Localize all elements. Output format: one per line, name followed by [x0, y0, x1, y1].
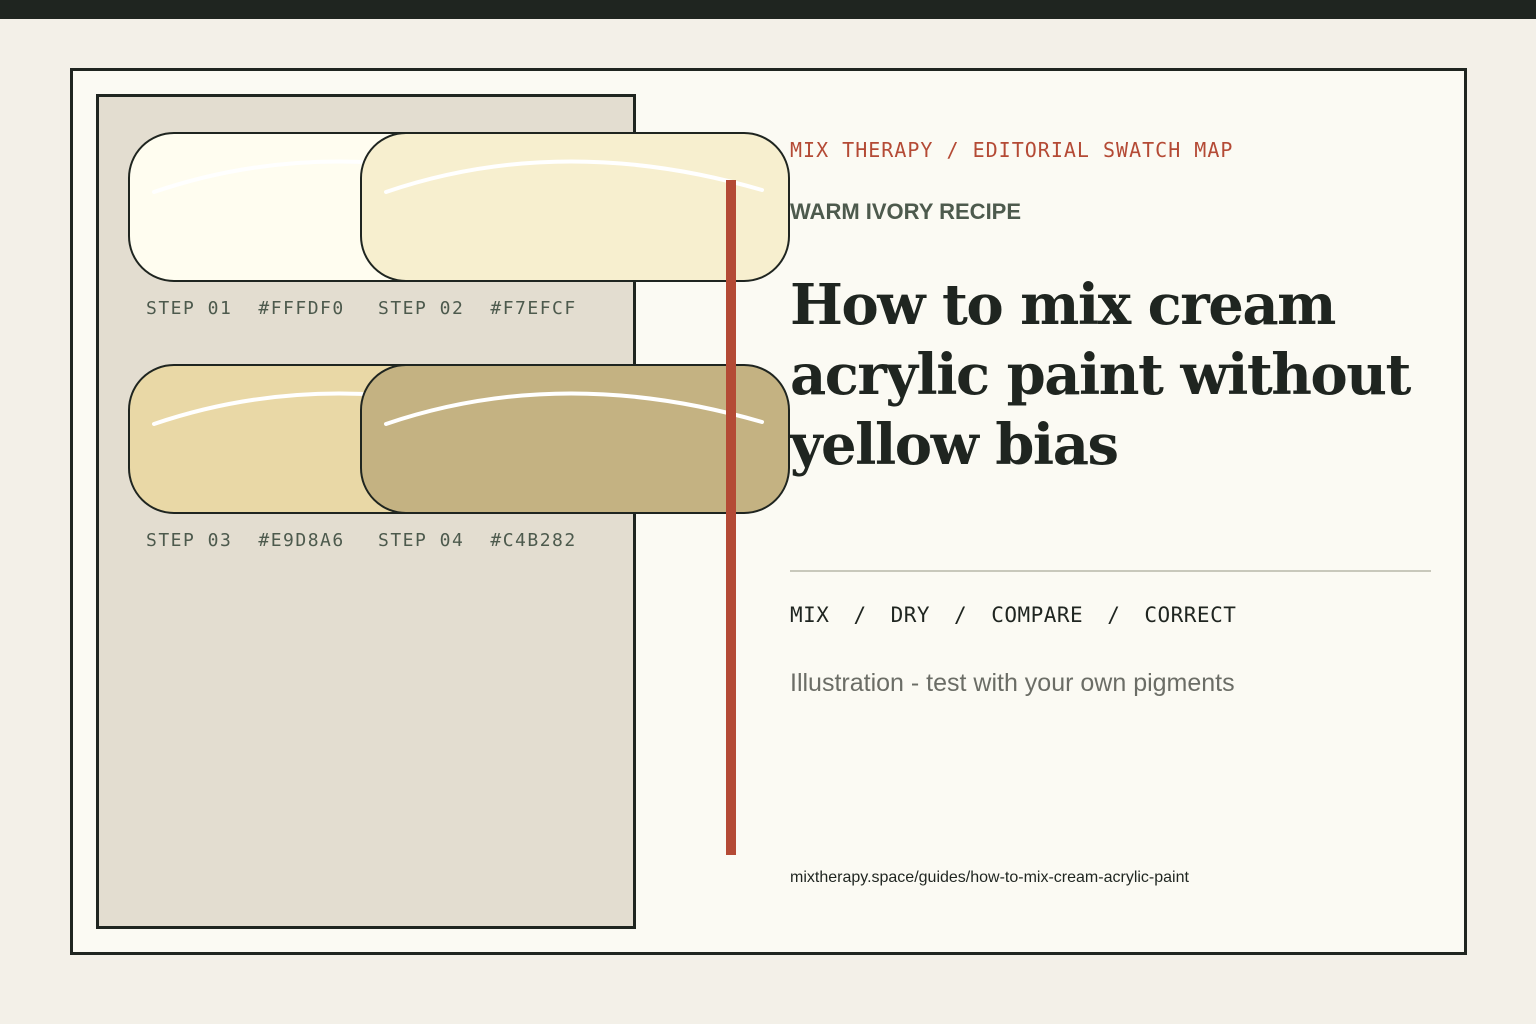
process-step-correct: CORRECT — [1144, 603, 1237, 627]
swatch-caption-01: STEP 01 #FFFDF0 — [146, 298, 345, 319]
swatch-hex-value: #C4B282 — [490, 530, 577, 551]
process-steps: MIX / DRY / COMPARE / CORRECT — [790, 603, 1236, 627]
page-title: How to mix cream acrylic paint without y… — [790, 272, 1411, 478]
step-separator: / — [954, 603, 968, 627]
swatch-hex-value: #F7EFCF — [490, 298, 577, 319]
process-step-dry: DRY — [890, 603, 931, 627]
swatch-caption-02: STEP 02 #F7EFCF — [378, 298, 577, 319]
top-bar — [0, 0, 1536, 19]
swatch-hex-value: #FFFDF0 — [258, 298, 345, 319]
swatch-caption-03: STEP 03 #E9D8A6 — [146, 530, 345, 551]
process-step-compare: COMPARE — [991, 603, 1084, 627]
swatch-step-label: STEP 01 — [146, 298, 233, 319]
swatch-step-label: STEP 02 — [378, 298, 465, 319]
recipe-kicker: WARM IVORY RECIPE — [790, 199, 1022, 224]
swatch-step-label: STEP 04 — [378, 530, 465, 551]
disclaimer-note: Illustration - test with your own pigmen… — [790, 669, 1235, 697]
divider — [790, 570, 1431, 572]
source-url: mixtherapy.space/guides/how-to-mix-cream… — [790, 869, 1189, 886]
swatch-hex-value: #E9D8A6 — [258, 530, 345, 551]
accent-rule — [726, 180, 736, 855]
eyebrow-label: MIX THERAPY / EDITORIAL SWATCH MAP — [790, 138, 1234, 162]
swatch-step-label: STEP 03 — [146, 530, 233, 551]
swatch-caption-04: STEP 04 #C4B282 — [378, 530, 577, 551]
step-separator: / — [1107, 603, 1121, 627]
step-separator: / — [853, 603, 867, 627]
process-step-mix: MIX — [790, 603, 830, 627]
